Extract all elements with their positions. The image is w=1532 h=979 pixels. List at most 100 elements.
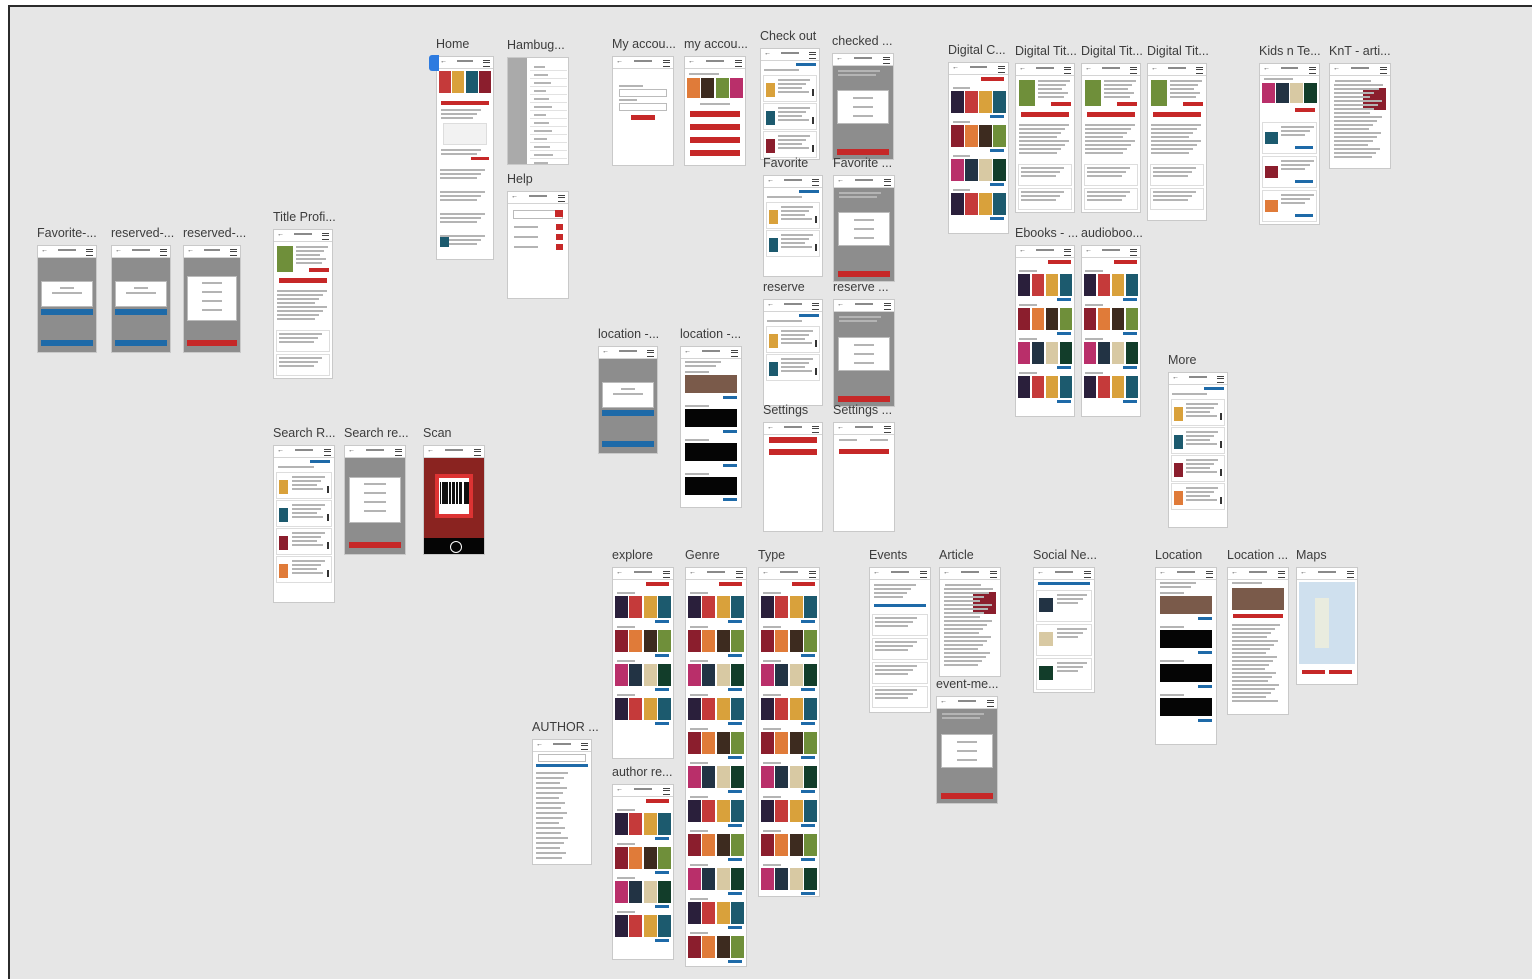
book-cover[interactable] (278, 564, 289, 578)
book-cover[interactable] (687, 834, 701, 856)
back-arrow-icon[interactable]: ← (187, 247, 194, 255)
artboard-label[interactable]: Search R... (273, 426, 336, 440)
dialog-option[interactable] (853, 344, 875, 346)
cancel-button[interactable] (187, 340, 237, 346)
book-cover[interactable] (629, 596, 643, 618)
book-cover[interactable] (1031, 274, 1045, 296)
more-button[interactable] (1122, 400, 1137, 403)
book-cover[interactable] (716, 834, 730, 856)
cancel-button[interactable] (348, 542, 402, 548)
username-field[interactable] (619, 89, 667, 97)
hamburger-menu-icon[interactable] (731, 350, 738, 357)
hamburger-menu-icon[interactable] (1064, 67, 1071, 74)
phone-screen[interactable]: ← (1081, 63, 1141, 213)
back-arrow-icon[interactable]: ← (1019, 65, 1026, 73)
book-cover[interactable] (702, 732, 716, 754)
map-button[interactable] (1301, 670, 1325, 674)
phone-screen[interactable]: ← (869, 567, 931, 713)
book-cover[interactable] (1264, 166, 1278, 178)
artboard-digital-title-3[interactable]: Digital Tit... ← (1147, 44, 1209, 221)
book-cover[interactable] (760, 664, 774, 686)
phone-screen[interactable]: ← (1259, 63, 1320, 225)
artboard-label[interactable]: explore (612, 548, 653, 562)
artboard-kids-teens[interactable]: Kids n Te... ← (1259, 44, 1321, 225)
book-cover[interactable] (804, 664, 818, 686)
book-cover[interactable] (687, 732, 701, 754)
back-arrow-icon[interactable]: ← (688, 58, 695, 66)
book-cover[interactable] (277, 246, 293, 272)
book-cover[interactable] (731, 766, 745, 788)
book-cover[interactable] (687, 630, 701, 652)
artboard-location[interactable]: Location ← (1155, 548, 1217, 745)
book-cover[interactable] (1125, 308, 1139, 330)
book-cover[interactable] (1261, 83, 1275, 103)
map-button[interactable] (1329, 670, 1353, 674)
book-cover[interactable] (1031, 376, 1045, 398)
book-cover[interactable] (731, 732, 745, 754)
phone-screen[interactable]: ← (1329, 63, 1391, 169)
artboard-search-results-2[interactable]: Search re... ← (344, 426, 409, 555)
action-button[interactable] (689, 124, 741, 130)
back-arrow-icon[interactable]: ← (837, 301, 844, 309)
book-cover[interactable] (731, 800, 745, 822)
phone-screen[interactable]: ← (763, 299, 823, 406)
more-button[interactable] (801, 722, 816, 725)
book-cover[interactable] (687, 766, 701, 788)
action-button[interactable] (768, 449, 818, 455)
back-arrow-icon[interactable]: ← (1300, 569, 1307, 577)
tab-selector[interactable] (1037, 582, 1091, 585)
book-cover[interactable] (614, 847, 628, 869)
hamburger-menu-icon[interactable] (812, 303, 819, 310)
artboard-label[interactable]: Favorite (763, 156, 808, 170)
dialog-option[interactable] (363, 510, 387, 512)
more-button[interactable] (728, 756, 743, 759)
artboard-favorite[interactable]: Favorite ← (763, 156, 823, 277)
book-cover[interactable] (775, 732, 789, 754)
book-cover[interactable] (1083, 308, 1097, 330)
action-button[interactable] (1232, 614, 1284, 618)
book-cover[interactable] (1111, 342, 1125, 364)
hamburger-menu-icon[interactable] (809, 571, 816, 578)
book-cover[interactable] (1173, 491, 1183, 505)
artboard-label[interactable]: Favorite ... (833, 156, 892, 170)
search-button[interactable] (719, 582, 743, 586)
artboard-label[interactable]: AUTHOR ... (532, 720, 599, 734)
book-cover[interactable] (1031, 308, 1045, 330)
dialog-option[interactable] (853, 228, 875, 230)
artboard-label[interactable]: Hambug... (507, 38, 565, 52)
action-button[interactable] (689, 111, 741, 117)
action-button[interactable] (1020, 112, 1070, 117)
book-cover[interactable] (950, 159, 964, 181)
phone-screen[interactable]: ← (1227, 567, 1289, 715)
hamburger-menu-icon[interactable] (1084, 571, 1091, 578)
book-cover[interactable] (702, 596, 716, 618)
book-cover[interactable] (1304, 83, 1318, 103)
phone-screen[interactable]: ← (763, 175, 823, 277)
read-more-button[interactable] (1295, 146, 1314, 149)
book-cover[interactable] (731, 868, 745, 890)
more-button[interactable] (1056, 298, 1071, 301)
book-cover[interactable] (1097, 274, 1111, 296)
options-dialog[interactable] (837, 212, 891, 246)
okay-button[interactable] (41, 309, 93, 315)
back-arrow-icon[interactable]: ← (440, 58, 447, 66)
back-arrow-icon[interactable]: ← (952, 64, 959, 72)
book-cover[interactable] (789, 868, 803, 890)
back-arrow-icon[interactable]: ← (1085, 65, 1092, 73)
back-arrow-icon[interactable]: ← (1159, 569, 1166, 577)
book-cover[interactable] (643, 881, 657, 903)
book-cover[interactable] (716, 902, 730, 924)
book-cover[interactable] (765, 139, 775, 153)
artboard-label[interactable]: More (1168, 353, 1196, 367)
artboard-event-menu[interactable]: event-me... ← (936, 677, 999, 804)
back-arrow-icon[interactable]: ← (1085, 247, 1092, 255)
book-cover[interactable] (614, 813, 628, 835)
more-button[interactable] (728, 858, 743, 861)
book-cover[interactable] (716, 664, 730, 686)
hamburger-menu-icon[interactable] (395, 449, 402, 456)
artboard-label[interactable]: Check out (760, 29, 816, 43)
phone-screen[interactable]: ← (612, 567, 674, 759)
book-cover[interactable] (716, 868, 730, 890)
phone-screen[interactable]: ← (344, 445, 406, 555)
hamburger-menu-icon[interactable] (1380, 67, 1387, 74)
